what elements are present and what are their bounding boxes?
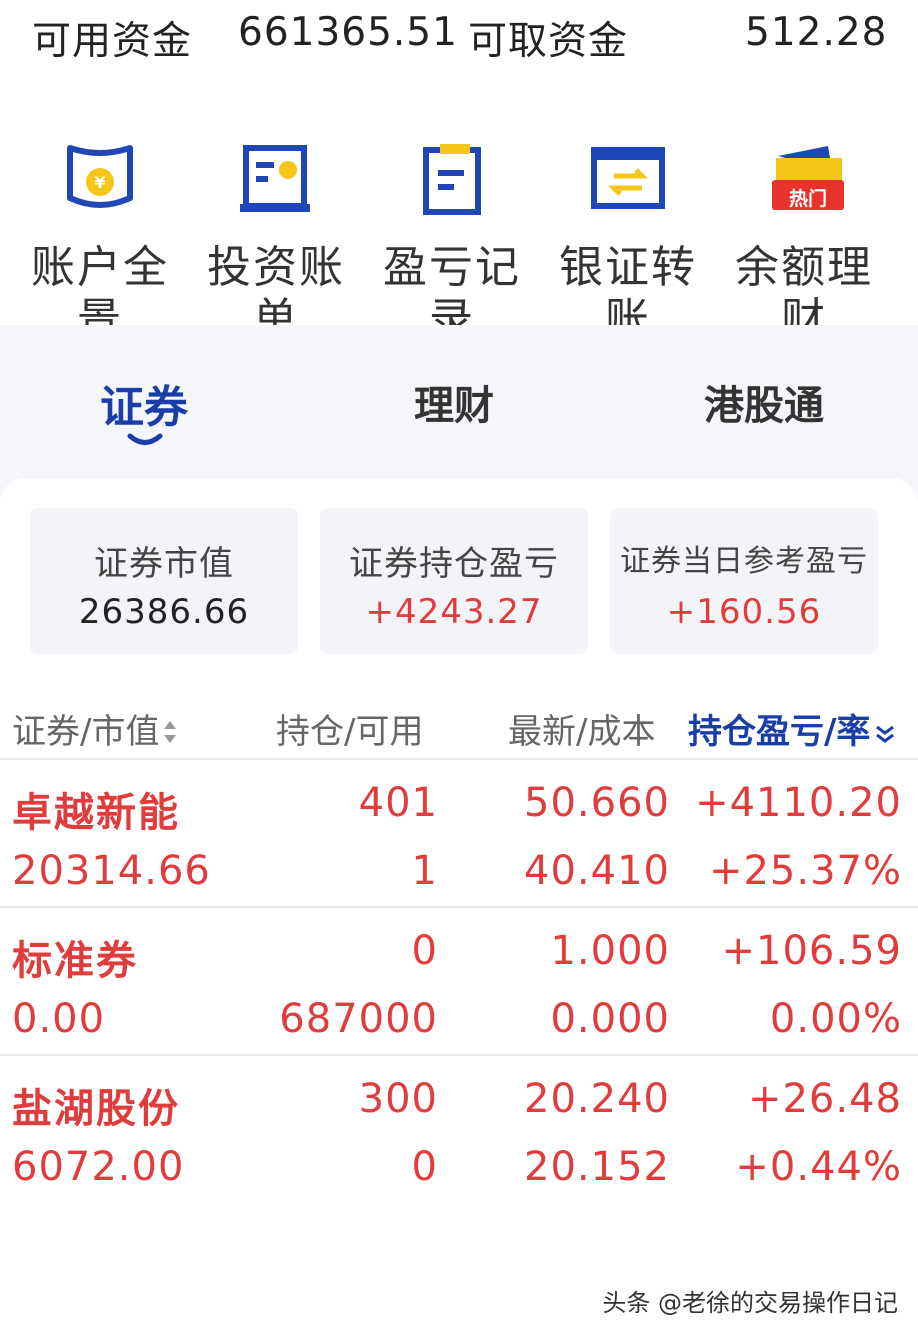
available-funds-label: 可用资金 bbox=[32, 19, 193, 64]
available-qty: 687000 bbox=[279, 996, 438, 1042]
column-header-label: 持仓盈亏/率 bbox=[688, 712, 871, 752]
summary-card-title: 证券市值 bbox=[94, 544, 234, 584]
investment-bill-icon bbox=[236, 140, 316, 220]
sort-icon bbox=[163, 714, 177, 754]
table-row[interactable]: 盐湖股份 6072.00 300 0 20.240 20.152 +26.48 … bbox=[0, 1056, 918, 1202]
bank-transfer-icon bbox=[588, 140, 668, 220]
summary-card-holding-pnl: 证券持仓盈亏 +4243.27 bbox=[320, 508, 588, 654]
cost-price: 0.000 bbox=[550, 996, 670, 1042]
watermark: 头条 @老徐的交易操作日记 bbox=[602, 1289, 898, 1317]
holding-pnl-rate: 0.00% bbox=[769, 996, 902, 1042]
tab-securities[interactable]: 证券 bbox=[100, 371, 188, 435]
column-header-pnl[interactable]: 持仓盈亏/率 bbox=[688, 704, 896, 754]
security-name: 标准券 bbox=[12, 938, 138, 984]
quick-item-label: 银证转账 bbox=[559, 242, 697, 325]
market-value: 0.00 bbox=[12, 996, 106, 1042]
tab-wealth[interactable]: 理财 bbox=[414, 373, 494, 431]
table-row[interactable]: 卓越新能 20314.66 401 1 50.660 40.410 +4110.… bbox=[0, 760, 918, 906]
sort-toggle-icon bbox=[874, 714, 896, 754]
quick-item-label: 盈亏记录 bbox=[383, 242, 521, 325]
tab-hk-connect[interactable]: 港股通 bbox=[704, 373, 824, 431]
hot-badge: 热门 bbox=[788, 188, 827, 210]
funds-bar: 可用资金 661365.51 可取资金 512.28 bbox=[0, 0, 918, 80]
holding-qty: 401 bbox=[358, 780, 438, 826]
security-name: 卓越新能 bbox=[12, 790, 180, 836]
summary-panel: 证券市值 26386.66 证券持仓盈亏 +4243.27 证券当日参考盈亏 +… bbox=[0, 478, 918, 678]
cost-price: 20.152 bbox=[524, 1144, 670, 1190]
summary-card-value: 26386.66 bbox=[78, 592, 250, 632]
holding-pnl: +26.48 bbox=[747, 1076, 902, 1122]
holding-pnl-rate: +25.37% bbox=[708, 848, 902, 894]
column-header-holding[interactable]: 持仓/可用 bbox=[276, 704, 423, 753]
available-funds-value: 661365.51 bbox=[238, 10, 458, 55]
market-value: 6072.00 bbox=[12, 1144, 185, 1190]
column-header-price[interactable]: 最新/成本 bbox=[508, 704, 655, 753]
available-qty: 0 bbox=[411, 1144, 438, 1190]
svg-text:¥: ¥ bbox=[94, 173, 105, 192]
column-header-security[interactable]: 证券/市值 bbox=[12, 704, 177, 754]
account-overview-icon: ¥ bbox=[60, 140, 140, 220]
withdrawable-funds-label: 可取资金 bbox=[468, 19, 629, 64]
summary-card-market-value: 证券市值 26386.66 bbox=[30, 508, 298, 654]
table-row[interactable]: 标准券 0.00 0 687000 1.000 0.000 +106.59 0.… bbox=[0, 908, 918, 1054]
available-qty: 1 bbox=[411, 848, 438, 894]
summary-card-title: 证券持仓盈亏 bbox=[349, 544, 559, 584]
category-tabs: 证券 理财 港股通 bbox=[0, 325, 918, 475]
market-value: 20314.66 bbox=[12, 848, 211, 894]
quick-item-label: 账户全景 bbox=[31, 242, 169, 325]
holding-qty: 0 bbox=[411, 928, 438, 974]
holdings-table: 证券/市值 持仓/可用 最新/成本 持仓盈亏/率 卓越新能 20314.66 4… bbox=[0, 678, 918, 1336]
holding-pnl: +4110.20 bbox=[695, 780, 902, 826]
quick-item-label: 投资账单 bbox=[207, 242, 345, 325]
latest-price: 50.660 bbox=[524, 780, 670, 826]
quick-item-label: 余额理财 bbox=[735, 242, 873, 325]
column-header-label: 证券/市值 bbox=[12, 712, 160, 752]
holding-pnl: +106.59 bbox=[721, 928, 902, 974]
summary-card-value: +160.56 bbox=[666, 592, 822, 632]
summary-card-title: 证券当日参考盈亏 bbox=[620, 544, 868, 579]
active-tab-indicator bbox=[127, 433, 163, 445]
summary-card-value: +4243.27 bbox=[365, 592, 543, 632]
balance-wealth-icon: 热门 bbox=[768, 140, 848, 220]
latest-price: 1.000 bbox=[550, 928, 670, 974]
summary-card-daily-pnl: 证券当日参考盈亏 +160.56 bbox=[610, 508, 878, 654]
holding-pnl-rate: +0.44% bbox=[735, 1144, 902, 1190]
security-name: 盐湖股份 bbox=[12, 1086, 180, 1132]
latest-price: 20.240 bbox=[524, 1076, 670, 1122]
quick-menu: ¥ 账户全景 投资账单 盈亏记录 银证转账 热门 余额理财 bbox=[0, 80, 918, 325]
cost-price: 40.410 bbox=[524, 848, 670, 894]
withdrawable-funds-value: 512.28 bbox=[745, 10, 888, 55]
holding-qty: 300 bbox=[358, 1076, 438, 1122]
profit-record-icon bbox=[412, 140, 492, 220]
